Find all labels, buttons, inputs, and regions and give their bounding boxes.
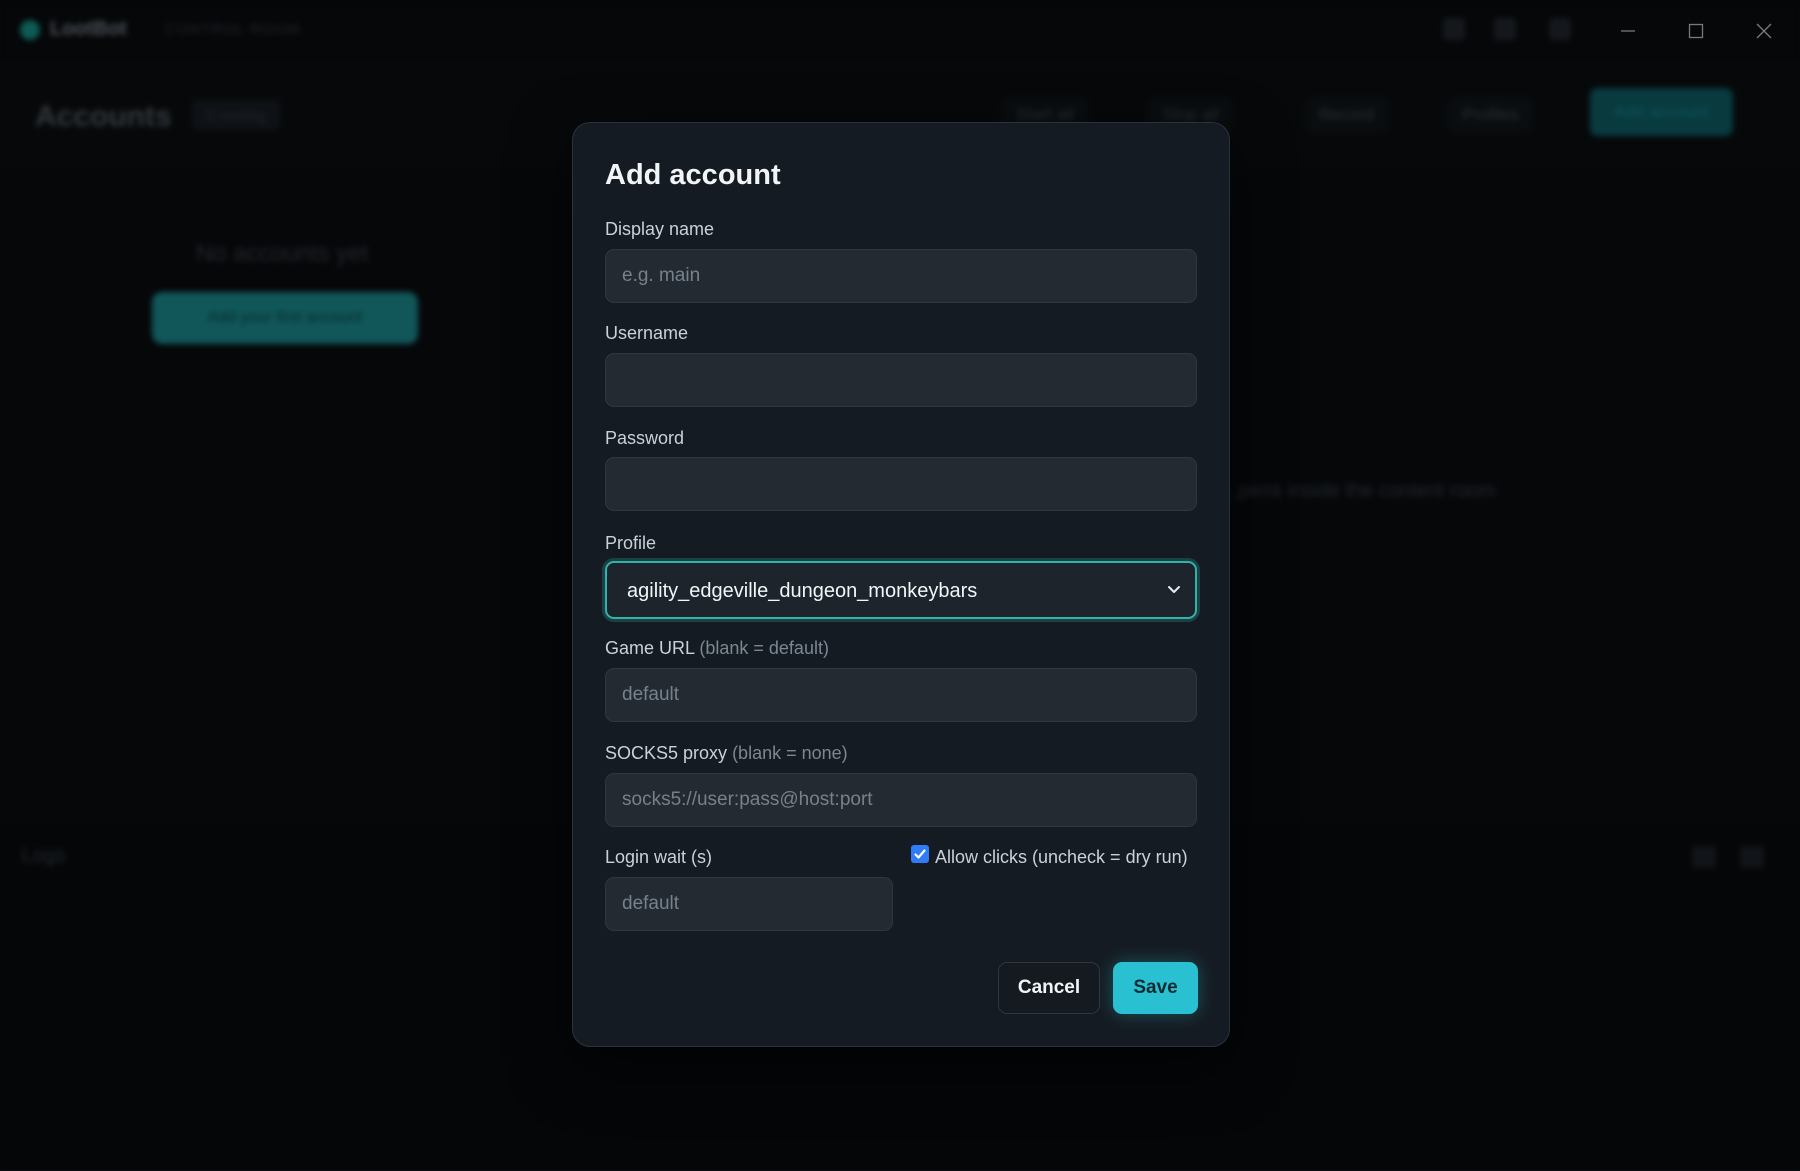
checkmark-icon [914,849,926,859]
allow-clicks-checkbox[interactable] [911,845,929,863]
socks5-proxy-label-text: SOCKS5 proxy [605,743,728,763]
display-name-input[interactable] [605,249,1197,303]
dialog-title: Add account [605,159,781,191]
login-wait-input[interactable] [605,877,893,931]
username-input[interactable] [605,353,1197,407]
add-account-dialog: Add account Display name Username Passwo… [572,122,1230,1047]
allow-clicks-label[interactable]: Allow clicks (uncheck = dry run) [935,847,1188,868]
game-url-hint: (blank = default) [699,638,829,658]
cancel-button[interactable]: Cancel [998,962,1100,1014]
password-input[interactable] [605,457,1197,511]
display-name-label: Display name [605,219,715,239]
profile-label: Profile [605,533,657,553]
game-url-label: Game URL (blank = default) [605,638,829,659]
save-button[interactable]: Save [1113,962,1198,1014]
socks5-proxy-input[interactable] [605,773,1197,827]
profile-select-value: agility_edgeville_dungeon_monkeybars [627,580,978,602]
chevron-down-icon [1168,586,1180,593]
login-wait-label: Login wait (s) [605,847,713,867]
password-label: Password [605,428,685,448]
game-url-label-text: Game URL [605,638,695,658]
socks5-proxy-hint: (blank = none) [732,743,848,763]
game-url-input[interactable] [605,668,1197,722]
username-label: Username [605,323,689,343]
socks5-proxy-label: SOCKS5 proxy (blank = none) [605,743,848,764]
profile-select[interactable]: agility_edgeville_dungeon_monkeybars [605,561,1197,619]
